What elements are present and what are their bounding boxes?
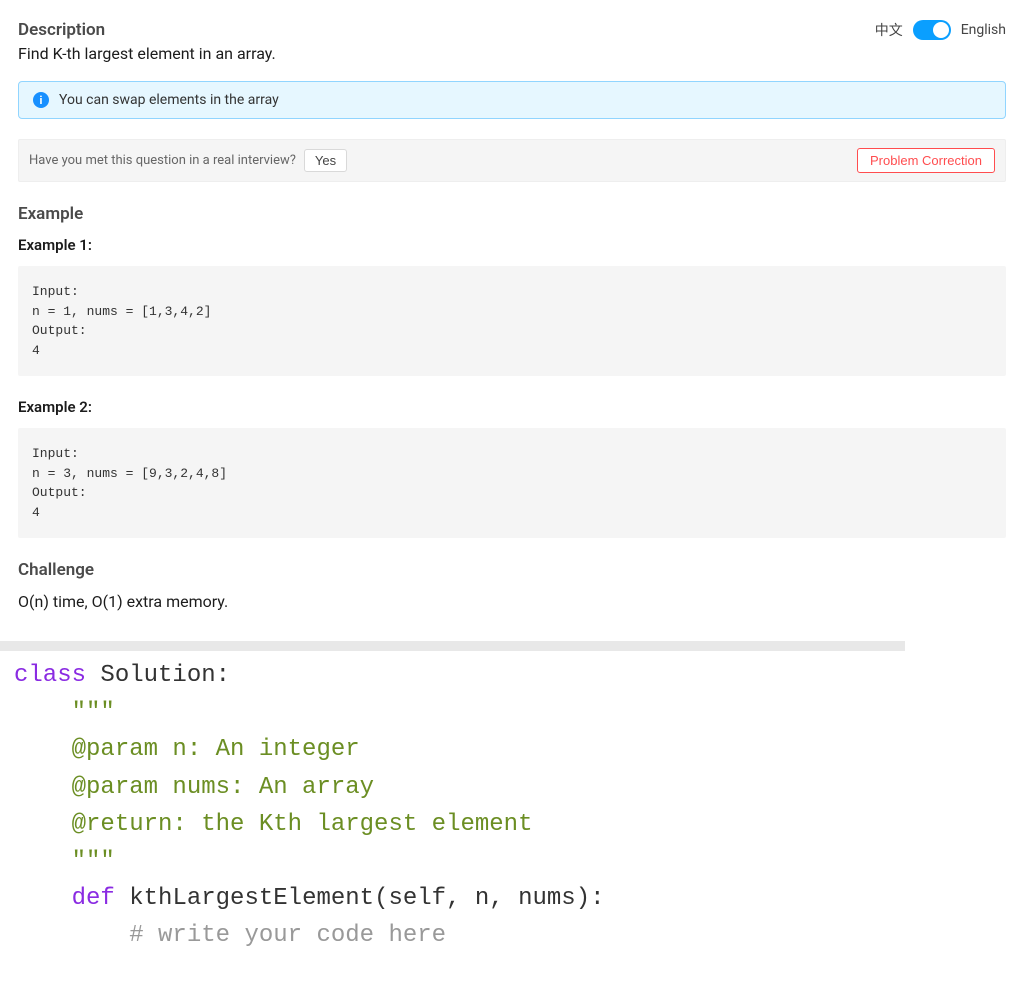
hint-text: You can swap elements in the array <box>59 92 279 108</box>
example-2-code: Input: n = 3, nums = [9,3,2,4,8] Output:… <box>18 428 1006 538</box>
docstring-line-1: @param n: An integer <box>72 736 360 763</box>
keyword-def: def <box>72 885 115 912</box>
lang-right-label: English <box>961 22 1006 38</box>
code-editor[interactable]: class Solution: """ @param n: An integer… <box>0 651 1024 975</box>
code-comment: # write your code here <box>129 922 446 949</box>
docstring-line-3: @return: the Kth largest element <box>72 811 533 838</box>
problem-statement: Find K-th largest element in an array. <box>18 44 1006 63</box>
challenge-heading: Challenge <box>18 560 1006 580</box>
description-heading: Description <box>18 20 105 40</box>
interview-question: Have you met this question in a real int… <box>29 153 296 168</box>
example-1-label: Example 1: <box>18 236 1006 254</box>
example-2-label: Example 2: <box>18 398 1006 416</box>
info-icon: i <box>33 92 49 108</box>
example-heading: Example <box>18 204 1006 224</box>
hint-banner: i You can swap elements in the array <box>18 81 1006 119</box>
problem-correction-button[interactable]: Problem Correction <box>857 148 995 173</box>
function-signature: kthLargestElement(self, n, nums): <box>129 885 604 912</box>
interview-bar: Have you met this question in a real int… <box>18 139 1006 182</box>
class-name: Solution: <box>100 662 230 689</box>
docstring-close: """ <box>72 848 115 875</box>
keyword-class: class <box>14 662 86 689</box>
lang-left-label: 中文 <box>875 20 903 40</box>
challenge-text: O(n) time, O(1) extra memory. <box>18 592 1006 611</box>
code-separator <box>0 641 905 651</box>
language-switch[interactable] <box>913 20 951 40</box>
switch-knob <box>933 22 949 38</box>
docstring-line-2: @param nums: An array <box>72 774 374 801</box>
language-toggle: 中文 English <box>875 20 1006 40</box>
example-1-code: Input: n = 1, nums = [1,3,4,2] Output: 4 <box>18 266 1006 376</box>
yes-button[interactable]: Yes <box>304 149 347 172</box>
docstring-open: """ <box>72 699 115 726</box>
